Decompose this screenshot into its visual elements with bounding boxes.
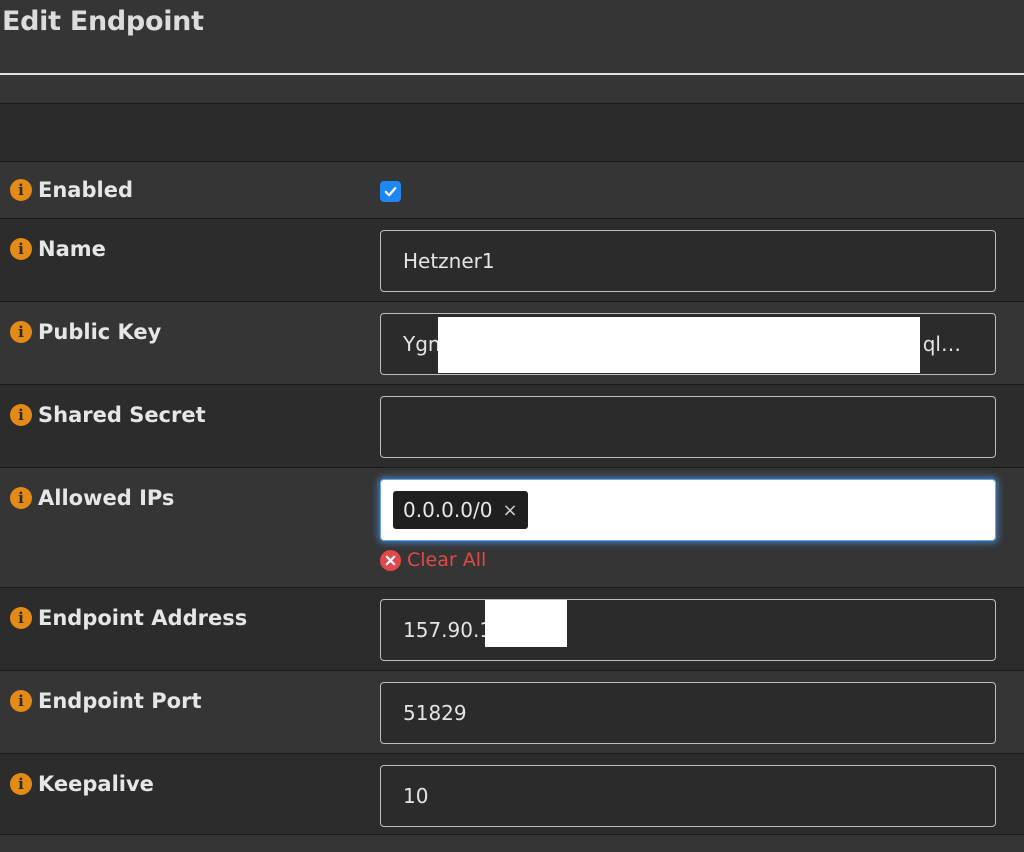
info-icon[interactable]: i bbox=[10, 690, 32, 712]
name-input[interactable]: Hetzner1 bbox=[380, 230, 996, 292]
shared-secret-label: Shared Secret bbox=[38, 403, 206, 427]
clear-all-link[interactable]: Clear All bbox=[380, 549, 486, 571]
name-label: Name bbox=[38, 237, 106, 261]
tag-remove-icon[interactable]: × bbox=[502, 500, 517, 521]
endpoint-address-label: Endpoint Address bbox=[38, 606, 248, 630]
allowed-ip-tag: 0.0.0.0/0 × bbox=[393, 491, 528, 529]
allowed-ips-input[interactable]: 0.0.0.0/0 × bbox=[380, 479, 996, 541]
info-icon[interactable]: i bbox=[10, 321, 32, 343]
title-divider bbox=[0, 73, 1024, 75]
redaction-block bbox=[438, 317, 920, 373]
row-name: i Name Hetzner1 bbox=[0, 218, 1024, 301]
row-enabled: i Enabled bbox=[0, 161, 1024, 218]
allowed-ip-tag-text: 0.0.0.0/0 bbox=[403, 498, 493, 522]
times-circle-icon bbox=[380, 549, 401, 571]
row-keepalive: i Keepalive 10 bbox=[0, 753, 1024, 834]
info-icon[interactable]: i bbox=[10, 238, 32, 260]
endpoint-port-label-group: i Endpoint Port bbox=[10, 689, 202, 713]
shared-secret-label-group: i Shared Secret bbox=[10, 403, 206, 427]
shared-secret-input[interactable] bbox=[380, 396, 996, 458]
name-value: Hetzner1 bbox=[403, 249, 495, 273]
name-label-group: i Name bbox=[10, 237, 106, 261]
endpoint-address-value: 157.90.1 bbox=[403, 618, 493, 642]
row-endpoint-port: i Endpoint Port 51829 bbox=[0, 670, 1024, 753]
keepalive-value: 10 bbox=[403, 784, 429, 808]
info-icon[interactable]: i bbox=[10, 404, 32, 426]
endpoint-address-label-group: i Endpoint Address bbox=[10, 606, 247, 630]
public-key-value-prefix: Ygn bbox=[403, 332, 441, 356]
enabled-label: Enabled bbox=[38, 178, 133, 202]
info-icon[interactable]: i bbox=[10, 773, 32, 795]
clear-all-label: Clear All bbox=[407, 549, 487, 571]
row-allowed-ips: i Allowed IPs 0.0.0.0/0 × Clear All bbox=[0, 467, 1024, 587]
info-icon[interactable]: i bbox=[10, 607, 32, 629]
public-key-label: Public Key bbox=[38, 320, 162, 344]
info-icon[interactable]: i bbox=[10, 487, 32, 509]
endpoint-port-value: 51829 bbox=[403, 701, 467, 725]
table-footer bbox=[0, 834, 1024, 852]
row-endpoint-address: i Endpoint Address 157.90.1 bbox=[0, 587, 1024, 670]
endpoint-port-label: Endpoint Port bbox=[38, 689, 202, 713]
endpoint-address-input[interactable]: 157.90.1 bbox=[380, 599, 996, 661]
check-icon bbox=[384, 187, 397, 197]
table-header bbox=[0, 103, 1024, 161]
keepalive-label-group: i Keepalive bbox=[10, 772, 154, 796]
enabled-checkbox[interactable] bbox=[380, 181, 401, 202]
keepalive-label: Keepalive bbox=[38, 772, 154, 796]
public-key-value-suffix: ql… bbox=[922, 332, 961, 356]
row-shared-secret: i Shared Secret bbox=[0, 384, 1024, 467]
info-icon[interactable]: i bbox=[10, 179, 32, 201]
allowed-ips-label-group: i Allowed IPs bbox=[10, 486, 174, 510]
allowed-ips-label: Allowed IPs bbox=[38, 486, 175, 510]
dialog-title: Edit Endpoint bbox=[2, 6, 204, 37]
redaction-block bbox=[485, 600, 567, 647]
endpoint-port-input[interactable]: 51829 bbox=[380, 682, 996, 744]
keepalive-input[interactable]: 10 bbox=[380, 765, 996, 827]
public-key-label-group: i Public Key bbox=[10, 320, 161, 344]
enabled-label-group: i Enabled bbox=[10, 178, 133, 202]
row-public-key: i Public Key Ygn ql… bbox=[0, 301, 1024, 384]
edit-endpoint-dialog: Edit Endpoint i Enabled i Name Hetzner1 … bbox=[0, 0, 1024, 852]
